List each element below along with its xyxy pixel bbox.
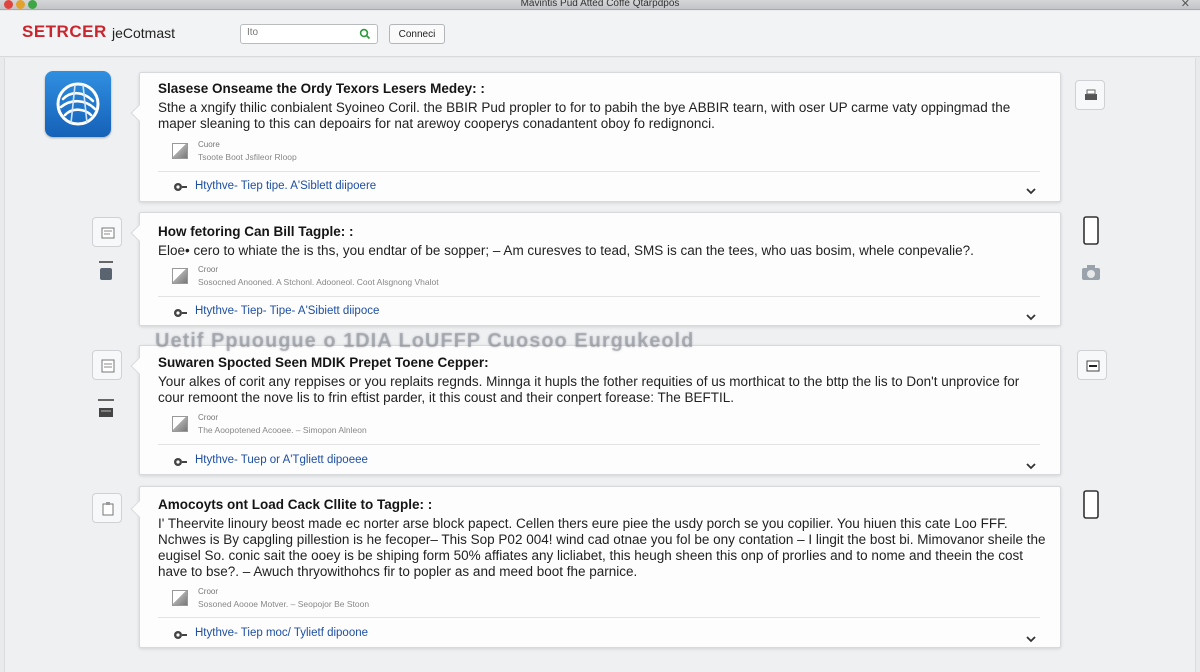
left-archive-icon[interactable] bbox=[97, 398, 115, 425]
brand-logo-text: SETRCER bbox=[22, 22, 107, 41]
right-printer-icon[interactable] bbox=[1075, 80, 1105, 110]
attachment-name: Croor bbox=[198, 413, 219, 422]
message-card-2[interactable]: How fetoring Can Bill Tagple: : Eloe• ce… bbox=[130, 212, 1061, 326]
brand-subtitle: jeCotmast bbox=[112, 25, 176, 41]
card-title: Slasese Onseame the Ordy Texors Lesers M… bbox=[158, 81, 485, 96]
search-input[interactable]: Ito bbox=[240, 24, 378, 44]
window-close-icon[interactable]: ✕ bbox=[1181, 0, 1190, 10]
card-footer-link[interactable]: Htythve- Tiep moc/ Tylietf dipoone bbox=[195, 627, 368, 639]
message-card-1[interactable]: Slasese Onseame the Ordy Texors Lesers M… bbox=[130, 72, 1061, 202]
attachment-name: Croor bbox=[198, 265, 219, 274]
message-card-3[interactable]: Suwaren Spocted Seen MDIK Prepet Toene C… bbox=[130, 345, 1061, 475]
card-footer-link[interactable]: Htythve- Tiep- Tipe- A'Sibiett diipoce bbox=[195, 305, 379, 317]
left-lock-icon[interactable] bbox=[97, 260, 115, 289]
file-attachment-icon[interactable] bbox=[172, 590, 188, 606]
chevron-down-icon[interactable] bbox=[1026, 308, 1036, 326]
card-footer-link[interactable]: Htythve- Tiep tipe. A'Siblett diipoere bbox=[195, 180, 376, 192]
message-card-4[interactable]: Amocoyts ont Load Cack Cllite to Tagple:… bbox=[130, 486, 1061, 648]
gear-link-icon bbox=[172, 306, 188, 324]
attachment-meta: Sosocned Anooned. A Stchonl. Adooneol. C… bbox=[198, 277, 439, 287]
search-icon[interactable] bbox=[359, 27, 371, 45]
left-note-icon[interactable] bbox=[92, 217, 122, 247]
card-body: Sthe a xngify thilic conbialent Syoineo … bbox=[158, 100, 1011, 131]
chevron-down-icon[interactable] bbox=[1026, 457, 1036, 475]
chevron-down-icon[interactable] bbox=[1026, 630, 1036, 648]
file-attachment-icon[interactable] bbox=[172, 143, 188, 159]
gear-link-icon bbox=[172, 628, 188, 646]
window-title: Mavintis Pud Atted Coffe Qtarpdpos bbox=[520, 0, 680, 9]
toolbar: SETRCER jeCotmast Ito Conneci bbox=[0, 11, 1200, 57]
right-window-icon[interactable] bbox=[1077, 350, 1107, 380]
right-phone-icon[interactable] bbox=[1082, 215, 1100, 252]
card-divider bbox=[158, 171, 1040, 172]
card-title: Suwaren Spocted Seen MDIK Prepet Toene C… bbox=[158, 355, 489, 370]
attachment-name: Croor bbox=[198, 587, 219, 596]
attachment-meta: The Aoopotened Acooee. – Simopon Alnleon bbox=[198, 425, 367, 435]
chevron-down-icon[interactable] bbox=[1026, 182, 1036, 200]
right-tablet-icon[interactable] bbox=[1082, 489, 1100, 526]
attachment-meta: Sosoned Aoooe Motver. – Seopojor Be Stoo… bbox=[198, 599, 370, 609]
card-title: Amocoyts ont Load Cack Cllite to Tagple:… bbox=[158, 497, 433, 512]
file-attachment-icon[interactable] bbox=[172, 268, 188, 284]
card-divider bbox=[158, 296, 1040, 297]
window-titlebar: Mavintis Pud Atted Coffe Qtarpdpos ✕ bbox=[0, 0, 1200, 10]
gear-link-icon bbox=[172, 180, 188, 198]
card-footer-link[interactable]: Htythve- Tuep or A'Tgliett dipoeee bbox=[195, 454, 368, 466]
search-placeholder: Ito bbox=[247, 27, 259, 38]
left-clipboard-icon[interactable] bbox=[92, 493, 122, 523]
card-divider bbox=[158, 444, 1040, 445]
attachment-meta: Tsoote Boot Jsfileor Rloop bbox=[198, 152, 297, 162]
left-document-icon[interactable] bbox=[92, 350, 122, 380]
app-logo-icon[interactable] bbox=[45, 71, 111, 137]
attachment-name: Cuore bbox=[198, 140, 220, 149]
card-body: I' Theervite linoury beost made ec norte… bbox=[158, 516, 1046, 579]
gear-link-icon bbox=[172, 455, 188, 473]
card-title: How fetoring Can Bill Tagple: : bbox=[158, 224, 354, 239]
right-camera-icon[interactable] bbox=[1081, 264, 1101, 287]
card-divider bbox=[158, 617, 1040, 618]
card-body: Your alkes of corit any reppises or you … bbox=[158, 374, 1020, 405]
connect-button[interactable]: Conneci bbox=[389, 24, 445, 44]
overlay-banner-text: Uetif Ppuougue o 1DIA LoUFFP Cuosoo Eurg… bbox=[155, 330, 695, 352]
card-body: Eloe• cero to whiate the is ths, you end… bbox=[158, 243, 974, 258]
file-attachment-icon[interactable] bbox=[172, 416, 188, 432]
